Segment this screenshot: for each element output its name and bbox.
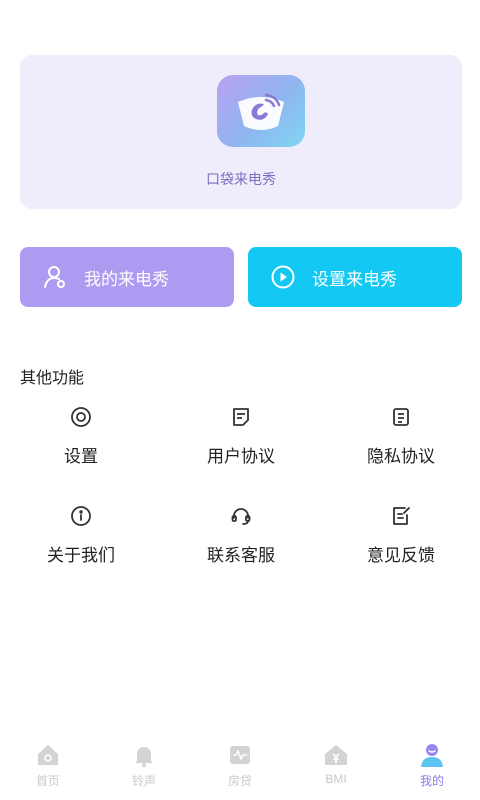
document-icon — [230, 406, 252, 428]
feature-label: 设置 — [64, 447, 98, 466]
tab-mortgage[interactable]: 房贷 — [192, 734, 288, 800]
set-call-show-label: 设置来电秀 — [312, 269, 397, 289]
tab-label: 房贷 — [227, 774, 252, 788]
phone-ring-icon — [217, 75, 305, 147]
home-icon — [35, 742, 61, 768]
settings-icon — [70, 406, 92, 428]
feature-contact-support[interactable]: 联系客服 — [171, 505, 311, 566]
tab-label: 我的 — [419, 774, 444, 788]
feature-user-agreement[interactable]: 用户协议 — [171, 406, 311, 467]
app-header-card: 口袋来电秀 — [20, 55, 462, 209]
feature-label: 联系客服 — [207, 546, 275, 565]
tab-label: 首页 — [35, 774, 60, 788]
tab-bmi[interactable]: BMI — [288, 734, 384, 800]
tab-mine[interactable]: 我的 — [384, 734, 480, 800]
app-name: 口袋来电秀 — [206, 171, 276, 187]
feature-label: 关于我们 — [47, 546, 115, 565]
feature-label: 用户协议 — [207, 447, 275, 466]
play-circle-icon — [270, 264, 296, 290]
tab-ringtones[interactable]: 铃声 — [96, 734, 192, 800]
tab-label: BMI — [325, 772, 347, 786]
privacy-doc-icon — [390, 406, 412, 428]
set-call-show-button[interactable]: 设置来电秀 — [248, 247, 462, 307]
other-functions-title: 其他功能 — [20, 370, 85, 387]
headset-icon — [230, 505, 252, 527]
tab-label: 铃声 — [131, 774, 156, 788]
feature-feedback[interactable]: 意见反馈 — [331, 505, 471, 566]
feedback-icon — [390, 505, 412, 527]
mortgage-icon — [227, 742, 253, 768]
feature-about-us[interactable]: 关于我们 — [11, 505, 151, 566]
bmi-icon — [323, 742, 349, 768]
bell-icon — [131, 742, 157, 768]
info-icon — [70, 505, 92, 527]
user-icon — [42, 264, 68, 290]
feature-privacy-agreement[interactable]: 隐私协议 — [331, 406, 471, 467]
feature-label: 隐私协议 — [367, 447, 435, 466]
profile-icon — [419, 742, 445, 768]
tab-home[interactable]: 首页 — [0, 734, 96, 800]
my-call-show-button[interactable]: 我的来电秀 — [20, 247, 234, 307]
feature-label: 意见反馈 — [367, 546, 435, 565]
feature-settings[interactable]: 设置 — [11, 406, 151, 467]
bottom-tab-bar: 首页 铃声 房贷 BMI 我的 — [0, 734, 480, 800]
my-call-show-label: 我的来电秀 — [84, 269, 169, 289]
